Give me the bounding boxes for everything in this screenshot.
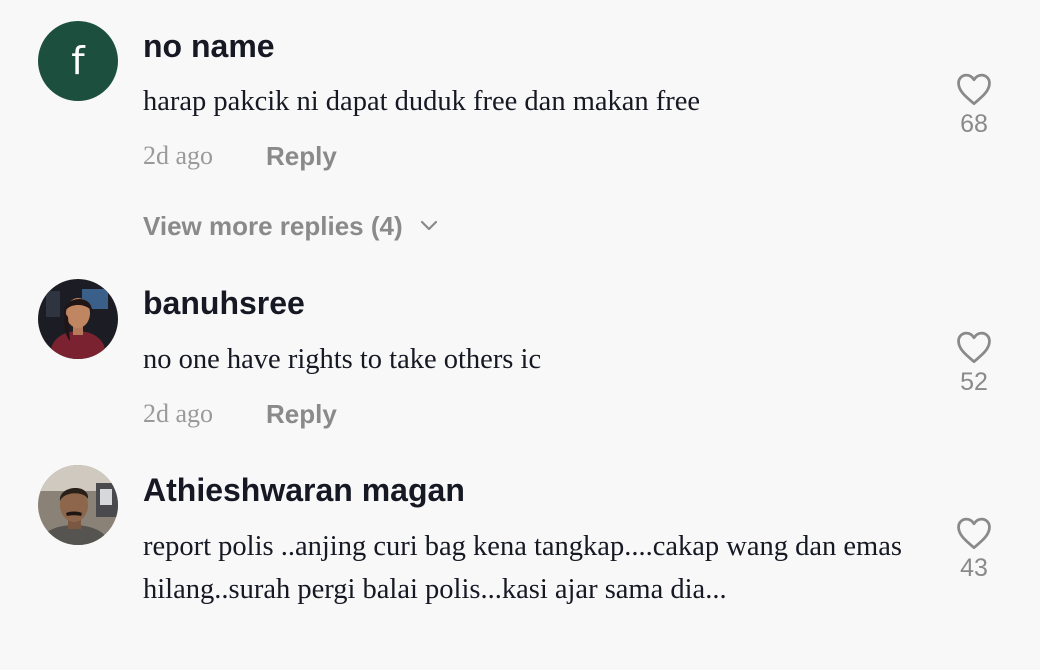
like-count: 68 — [960, 110, 988, 138]
comment-username[interactable]: Athieshwaran magan — [143, 474, 465, 506]
comment-username[interactable]: no name — [143, 30, 275, 62]
heart-outline-icon — [957, 517, 991, 550]
comment-text: no one have rights to take others ic — [143, 344, 542, 375]
reply-button[interactable]: Reply — [266, 143, 337, 169]
like-button[interactable]: 68 — [944, 72, 1004, 137]
comment-username[interactable]: banuhsree — [143, 287, 305, 319]
avatar[interactable]: f — [38, 21, 118, 101]
chevron-down-icon — [420, 220, 437, 231]
avatar-letter: f — [71, 39, 85, 83]
like-count: 43 — [960, 554, 988, 582]
reply-button[interactable]: Reply — [266, 401, 337, 427]
like-button[interactable]: 52 — [944, 330, 1004, 395]
avatar[interactable] — [38, 279, 118, 359]
comment-time: 2d ago — [143, 141, 214, 170]
like-button[interactable]: 43 — [944, 516, 1004, 581]
view-more-replies-label: View more replies (4) — [143, 211, 403, 241]
heart-outline-icon — [957, 331, 991, 364]
comment-item: f no name harap pakcik ni dapat duduk fr… — [0, 0, 1040, 260]
view-more-replies-button[interactable]: View more replies (4) — [143, 213, 439, 239]
avatar-photo — [38, 279, 118, 359]
heart-outline-icon — [957, 73, 991, 106]
comment-text: harap pakcik ni dapat duduk free dan mak… — [143, 86, 701, 117]
like-count: 52 — [960, 368, 988, 396]
avatar[interactable] — [38, 465, 118, 545]
comment-text: report polis ..anjing curi bag kena tang… — [143, 531, 902, 605]
comment-time: 2d ago — [143, 399, 214, 428]
avatar-photo — [38, 465, 118, 545]
